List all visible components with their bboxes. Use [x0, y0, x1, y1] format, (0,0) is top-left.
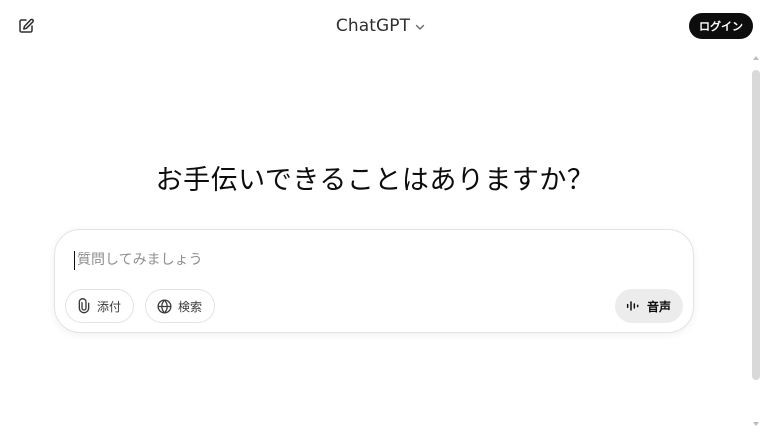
scrollbar[interactable]	[752, 56, 760, 426]
attach-label: 添付	[97, 299, 122, 314]
attach-button[interactable]: 添付	[65, 289, 135, 323]
globe-icon	[157, 298, 172, 314]
model-switcher[interactable]: ChatGPT	[321, 13, 441, 39]
waveform-icon	[626, 301, 639, 311]
chevron-down-icon	[415, 24, 425, 30]
paperclip-icon	[78, 298, 90, 314]
scroll-down-arrow[interactable]	[753, 422, 759, 426]
new-chat-button[interactable]	[12, 12, 40, 40]
login-button[interactable]: ログイン	[689, 13, 753, 39]
page-title: お手伝いできることはありますか？	[155, 165, 595, 196]
scroll-up-arrow[interactable]	[753, 56, 759, 60]
scroll-thumb[interactable]	[752, 70, 760, 380]
prompt-input[interactable]	[75, 248, 637, 272]
composer: 添付 検索 音声	[54, 229, 694, 333]
chat-page: ChatGPT ログイン お手伝いできることはありますか？ 添付 検索	[0, 0, 762, 432]
search-button[interactable]: 検索	[145, 289, 216, 323]
model-name: ChatGPT	[335, 16, 411, 36]
search-label: 検索	[178, 299, 203, 314]
voice-button[interactable]: 音声	[614, 289, 683, 323]
voice-label: 音声	[646, 299, 671, 314]
new-chat-icon	[19, 18, 34, 33]
